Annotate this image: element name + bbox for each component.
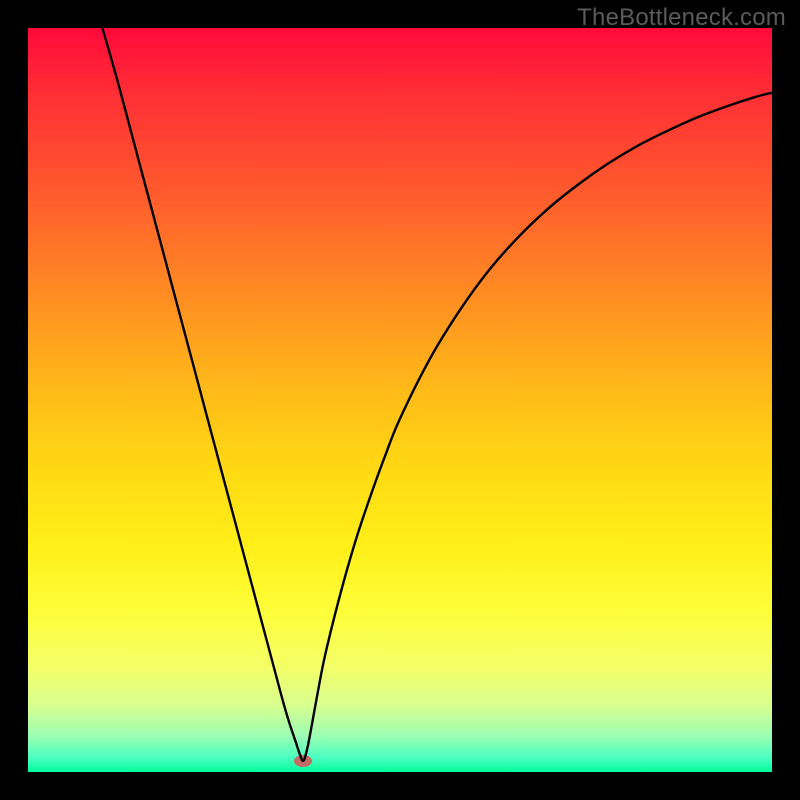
- watermark-text: TheBottleneck.com: [577, 4, 786, 32]
- bottleneck-curve: [28, 28, 772, 772]
- chart-frame: TheBottleneck.com: [0, 0, 800, 800]
- plot-area: [28, 28, 772, 772]
